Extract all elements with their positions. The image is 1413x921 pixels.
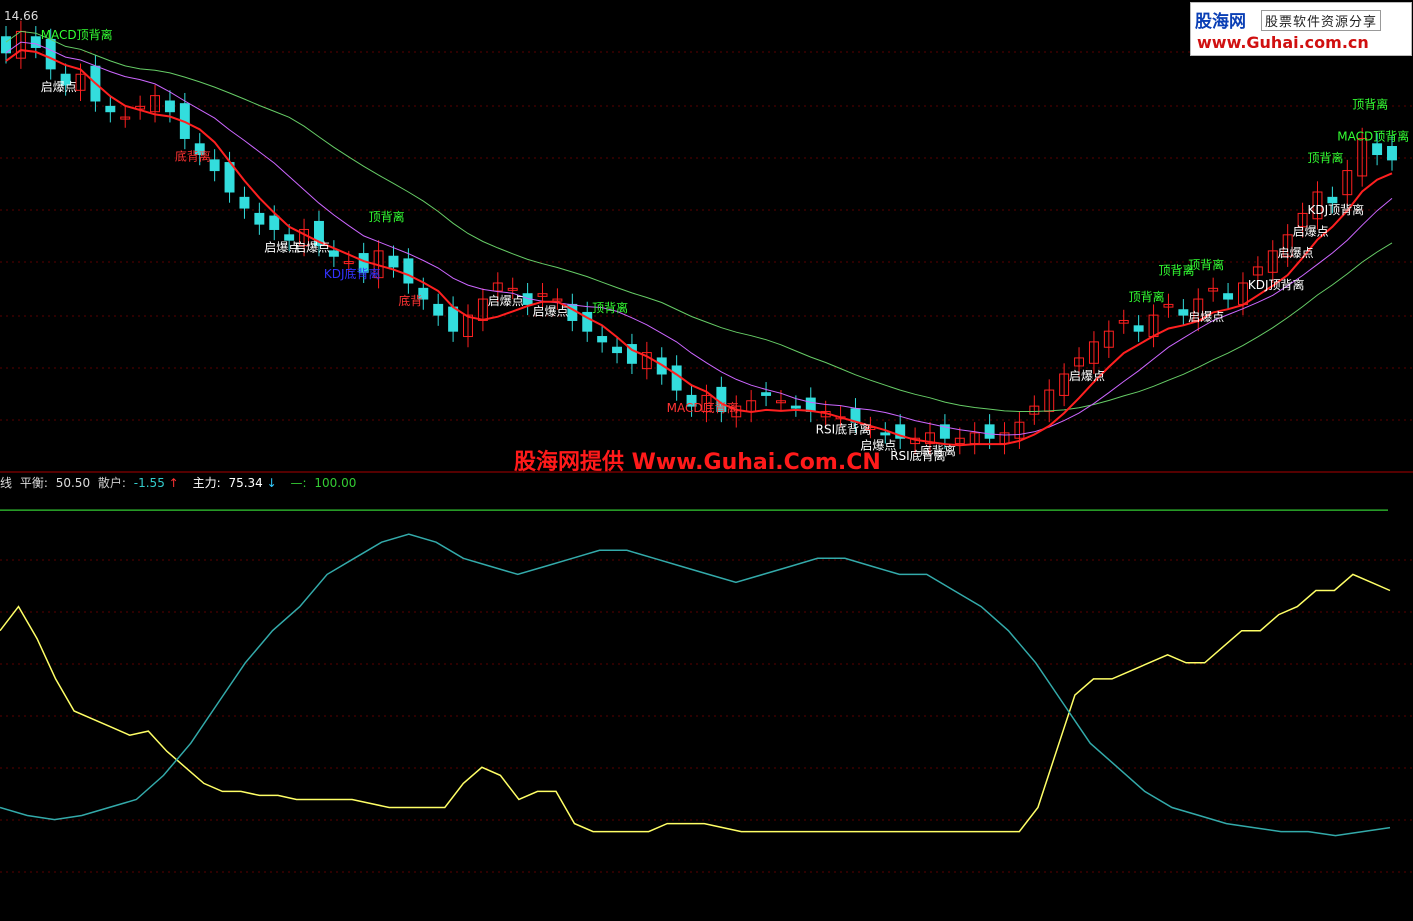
candle-body	[880, 432, 891, 436]
candle-body	[790, 405, 801, 409]
indicator-series-line	[0, 533, 1391, 837]
ma-slow-line	[5, 30, 1393, 412]
annotation-label: MACD顶背离	[41, 27, 113, 42]
balance-value: 50.50	[55, 476, 91, 490]
candle-body	[1327, 196, 1338, 204]
candle-body	[209, 159, 220, 172]
logo-tagline: 股票软件资源分享	[1261, 10, 1382, 31]
logo-brand: 股海网	[1195, 12, 1246, 32]
main-value: 75.34	[228, 476, 263, 490]
annotation-label: 启爆点	[41, 80, 77, 94]
ref-label: —:	[290, 476, 307, 490]
indicator-header: 线 平衡: 50.50 散户: -1.55 ↑ 主力: 75.34 ↓ —: 1…	[0, 474, 360, 491]
candle-body	[1178, 309, 1189, 316]
price-label: 14.66	[4, 9, 39, 23]
annotation-label: 底背	[398, 293, 422, 308]
candle-body	[254, 212, 265, 225]
main-label: 主力:	[192, 476, 221, 490]
candle-body	[612, 346, 623, 354]
annotation-label: MACD顶背离	[1337, 129, 1409, 144]
watermark: 股海网提供 Www.Guhai.Com.CN	[514, 450, 881, 475]
annotation-label: 启爆点	[1278, 246, 1314, 260]
annotation-label: 顶背离	[1129, 289, 1165, 304]
annotation-label: 顶背离	[592, 300, 628, 315]
retail-value: -1.55	[133, 476, 165, 490]
annotation-label: 启爆点	[1293, 224, 1329, 238]
ma-fast-line	[5, 49, 1393, 447]
candle-body	[761, 392, 772, 396]
candle-body	[1223, 293, 1234, 300]
logo-url: www.Guhai.com.cn	[1197, 33, 1369, 52]
annotation-label: 底背离	[920, 443, 956, 458]
annotation-label: KDJ底背离	[324, 266, 381, 281]
candle-body	[1387, 146, 1397, 161]
balance-label: 平衡:	[19, 476, 48, 490]
candle-body	[805, 397, 816, 412]
annotation-label: 底背离	[175, 148, 211, 163]
indicator-series-line	[0, 573, 1391, 833]
candle-body	[269, 215, 280, 230]
ref-value: 100.00	[314, 476, 357, 490]
candle-body	[388, 255, 399, 268]
ma-mid-line	[5, 41, 1393, 436]
candle-body	[671, 365, 682, 391]
annotation-label: RSI底背离	[816, 421, 872, 436]
candle-body	[984, 424, 995, 439]
candle-body	[30, 36, 41, 48]
annotation-label: 启爆点	[533, 305, 569, 319]
annotation-label: 启爆点	[1188, 310, 1224, 324]
retail-label: 散户:	[97, 476, 126, 490]
candle-body	[448, 306, 459, 332]
annotation-label: KDJ顶背离	[1307, 202, 1364, 217]
annotation-label: 启爆点	[1069, 369, 1105, 383]
candle-body	[105, 105, 116, 113]
candle-body	[433, 303, 444, 316]
candle-body	[597, 336, 608, 343]
candle-body	[1133, 325, 1144, 332]
annotation-label: 顶背离	[369, 209, 405, 224]
candle-body	[45, 38, 56, 70]
candle-body	[284, 234, 295, 241]
annotation-label: 顶背离	[1352, 96, 1388, 111]
candle-body	[403, 258, 414, 284]
annotation-label: MACD底背离	[667, 400, 739, 415]
candle-body	[164, 100, 175, 113]
indicator-line-label: 线	[0, 476, 13, 490]
annotation-label: 顶背离	[1307, 150, 1343, 165]
annotation-label: KDJ顶背离	[1248, 277, 1305, 292]
annotation-label: 启爆点	[294, 240, 330, 254]
annotation-label: 启爆点	[488, 294, 524, 308]
candle-body	[1372, 143, 1383, 156]
site-logo: 股海网 股票软件资源分享 www.Guhai.com.cn	[1190, 2, 1412, 56]
retail-arrow-icon: ↑	[168, 476, 179, 490]
candle-body	[328, 250, 339, 257]
annotation-label: 顶背离	[1188, 257, 1224, 272]
main-arrow-icon: ↓	[266, 476, 277, 490]
candle-body	[239, 196, 250, 209]
